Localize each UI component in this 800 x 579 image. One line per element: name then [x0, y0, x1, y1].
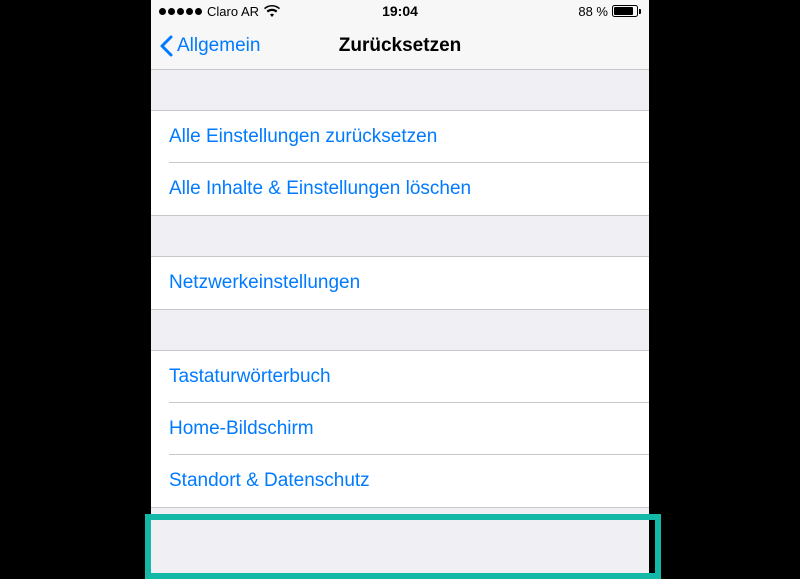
back-button[interactable]: Allgemein [159, 35, 260, 57]
settings-group-1: Alle Einstellungen zurücksetzen Alle Inh… [151, 110, 649, 216]
phone-screen: Claro AR 19:04 88 % Allgemein Zurücksetz… [151, 0, 649, 573]
settings-group-2: Netzwerkeinstellungen [151, 256, 649, 310]
section-gap [151, 70, 649, 110]
reset-network-settings[interactable]: Netzwerkeinstellungen [151, 257, 649, 309]
back-label: Allgemein [177, 35, 260, 57]
battery-icon [612, 5, 641, 17]
wifi-icon [264, 5, 280, 17]
battery-percentage: 88 % [578, 4, 608, 19]
chevron-left-icon [159, 35, 173, 57]
navigation-bar: Allgemein Zurücksetzen [151, 22, 649, 70]
reset-location-privacy[interactable]: Standort & Datenschutz [151, 455, 649, 507]
carrier-label: Claro AR [207, 4, 259, 19]
status-bar: Claro AR 19:04 88 % [151, 0, 649, 22]
settings-group-3: Tastaturwörterbuch Home-Bildschirm Stand… [151, 350, 649, 508]
status-left: Claro AR [159, 4, 280, 19]
section-gap [151, 216, 649, 256]
reset-keyboard-dictionary[interactable]: Tastaturwörterbuch [151, 351, 649, 403]
signal-strength-icon [159, 8, 202, 15]
section-gap [151, 310, 649, 350]
status-right: 88 % [578, 4, 641, 19]
reset-all-settings[interactable]: Alle Einstellungen zurücksetzen [151, 111, 649, 163]
page-title: Zurücksetzen [339, 35, 461, 57]
status-time: 19:04 [382, 3, 418, 19]
reset-home-screen[interactable]: Home-Bildschirm [151, 403, 649, 455]
erase-all-content[interactable]: Alle Inhalte & Einstellungen löschen [151, 163, 649, 215]
